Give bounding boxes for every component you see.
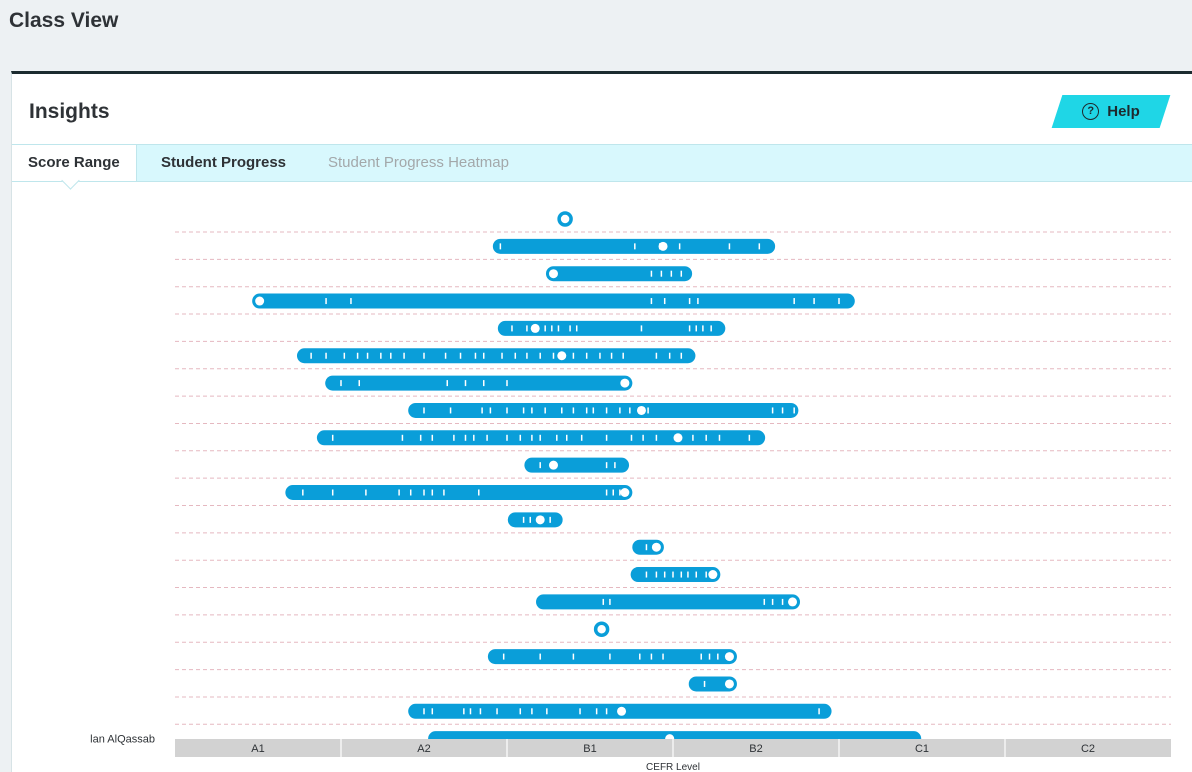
student-name: lan AlQassab: [90, 734, 155, 746]
insights-panel: Insights ? Help Score Range Student Prog…: [11, 71, 1192, 772]
cefr-tick-label: A1: [251, 743, 264, 755]
current-score-marker: [673, 433, 683, 443]
cefr-tick-label: A2: [417, 743, 430, 755]
current-score-marker: [724, 679, 734, 689]
current-score-marker: [620, 488, 630, 497]
current-score-marker: [788, 597, 798, 607]
current-score-marker: [708, 570, 718, 580]
current-score-marker: [535, 515, 545, 525]
current-score-marker: [724, 652, 734, 662]
page-title: Class View: [9, 9, 119, 32]
cefr-tick-label: B1: [583, 743, 596, 755]
current-score-marker: [557, 211, 573, 227]
cefr-tick-label: C1: [915, 743, 929, 755]
current-score-marker: [593, 621, 610, 637]
x-axis-label: CEFR Level: [646, 762, 700, 772]
current-score-marker: [651, 542, 661, 552]
current-score-marker: [530, 323, 540, 333]
current-score-marker: [658, 241, 668, 251]
cefr-tick-label: C2: [1081, 743, 1095, 755]
current-score-marker: [617, 706, 627, 716]
current-score-marker: [620, 378, 630, 388]
current-score-marker: [255, 296, 265, 306]
current-score-marker: [636, 405, 646, 415]
score-range-chart: lan AlQassab A1 A2 B1 B2 C1 C2 CEFR Level: [90, 211, 1171, 772]
current-score-marker: [557, 351, 567, 361]
cefr-tick-label: B2: [749, 743, 762, 755]
current-score-marker: [548, 460, 558, 470]
current-score-marker: [548, 269, 558, 279]
